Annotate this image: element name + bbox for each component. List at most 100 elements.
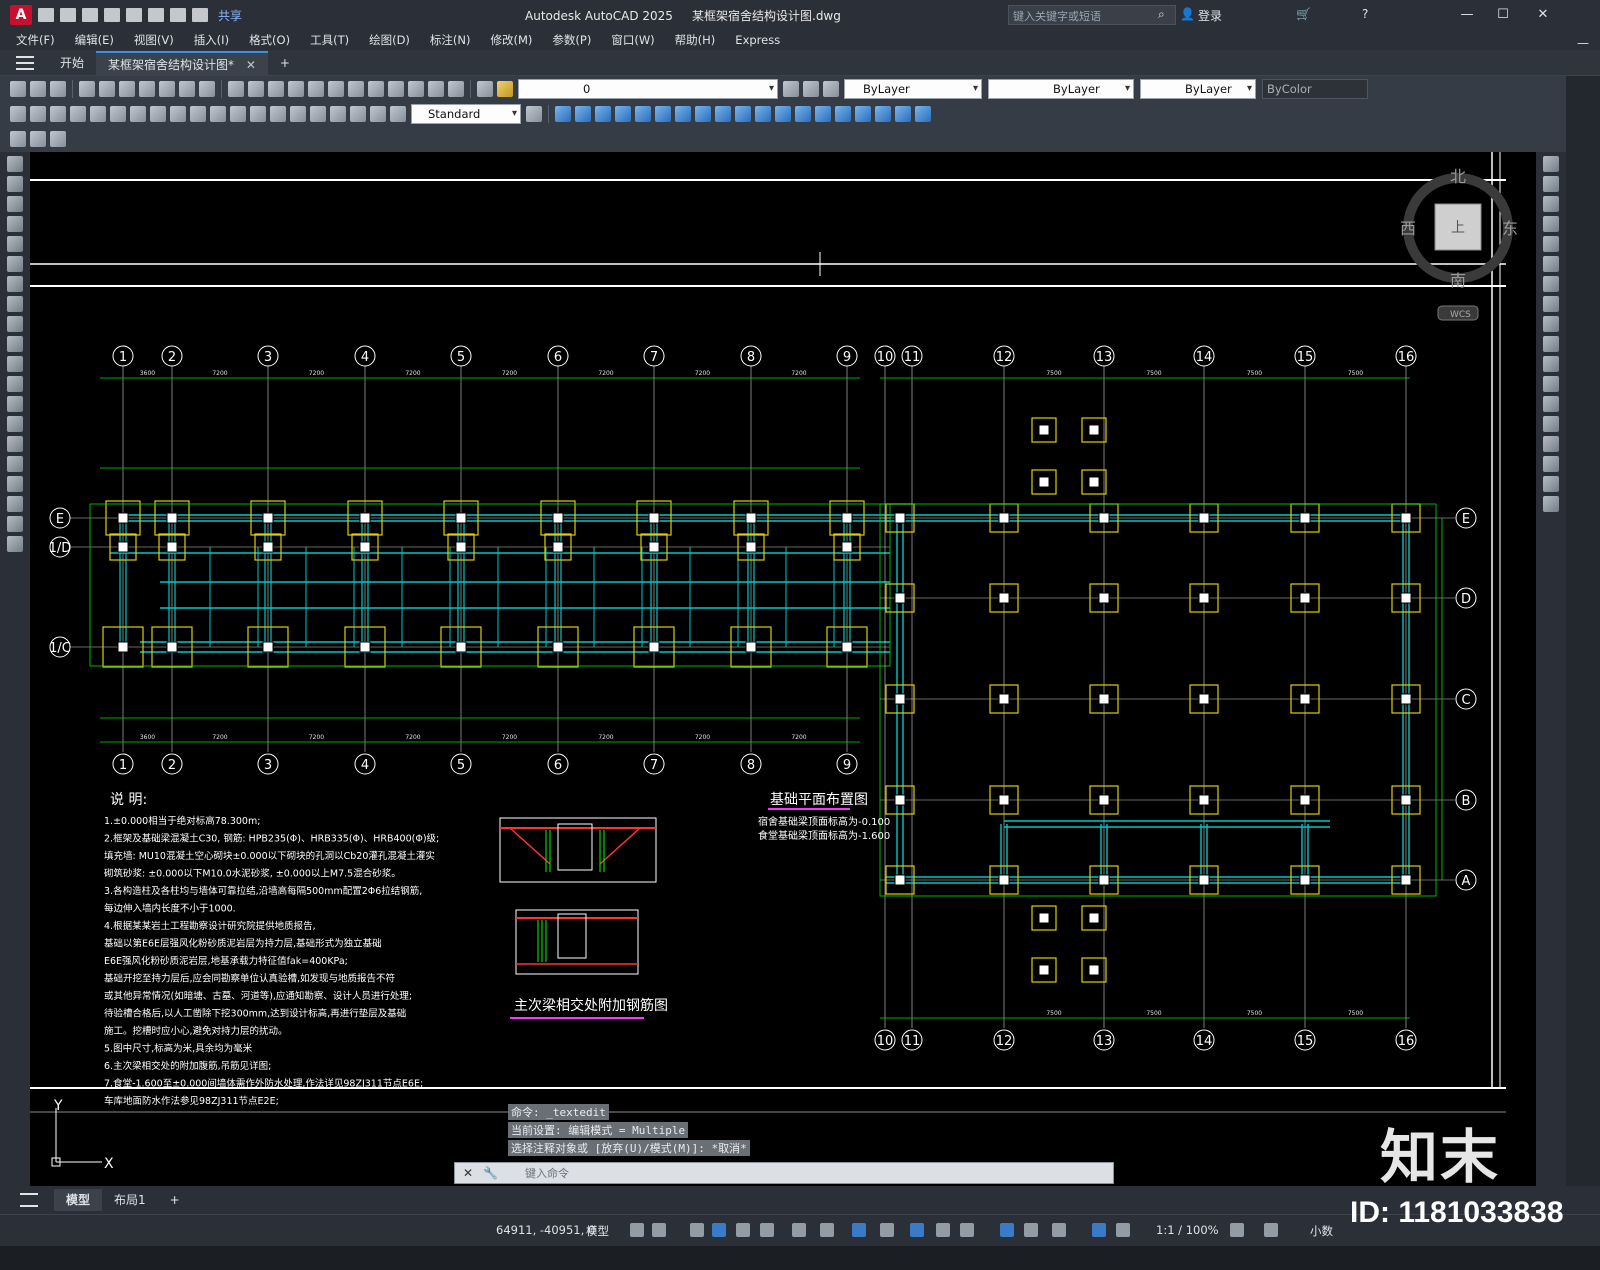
menu-parametric[interactable]: 参数(P) bbox=[552, 32, 591, 48]
inspection-icon[interactable] bbox=[310, 105, 326, 122]
3d-osnap-icon[interactable] bbox=[960, 1223, 974, 1237]
dimension-text-edit-icon[interactable] bbox=[370, 105, 386, 122]
object-snap-tracking-icon[interactable] bbox=[820, 1223, 834, 1237]
command-input[interactable]: 键入命令 bbox=[525, 1165, 569, 1181]
undo-icon[interactable] bbox=[228, 80, 244, 97]
radius-icon[interactable] bbox=[90, 105, 106, 122]
camera-icon[interactable] bbox=[755, 105, 771, 122]
rotate-icon[interactable] bbox=[1543, 276, 1559, 292]
circle-icon[interactable] bbox=[7, 276, 23, 292]
dimension-space-icon[interactable] bbox=[230, 105, 246, 122]
ucs-icon[interactable] bbox=[835, 105, 851, 122]
dimension-update-icon[interactable] bbox=[390, 105, 406, 122]
add-selected-icon[interactable] bbox=[7, 536, 23, 552]
new-tab-button[interactable]: + bbox=[268, 51, 302, 75]
mirror-icon[interactable] bbox=[1543, 196, 1559, 212]
tolerance-icon[interactable] bbox=[270, 105, 286, 122]
aligned-dimension-icon[interactable] bbox=[30, 105, 46, 122]
layer-previous-icon[interactable] bbox=[803, 80, 819, 97]
diameter-icon[interactable] bbox=[130, 105, 146, 122]
ucs-object-icon[interactable] bbox=[915, 105, 931, 122]
customize-icon[interactable]: 🔧 bbox=[483, 1166, 498, 1180]
viewcube-north[interactable]: 北 bbox=[1450, 167, 1466, 186]
add-layout-button[interactable]: + bbox=[158, 1189, 192, 1211]
share-button[interactable]: 共享 bbox=[218, 7, 242, 24]
transparency-icon[interactable] bbox=[910, 1223, 924, 1237]
fillet-icon[interactable] bbox=[1543, 456, 1559, 472]
login-button[interactable]: 登录 bbox=[1198, 7, 1222, 24]
new-icon[interactable] bbox=[10, 80, 26, 97]
view-back-icon[interactable] bbox=[655, 105, 671, 122]
open-icon[interactable] bbox=[30, 80, 46, 97]
viewcube-south[interactable]: 南 bbox=[1450, 271, 1466, 290]
lineweight-icon[interactable] bbox=[880, 1223, 894, 1237]
publish-icon[interactable] bbox=[119, 80, 135, 97]
gizmo-icon[interactable] bbox=[1052, 1223, 1066, 1237]
close-tab-icon[interactable]: ✕ bbox=[246, 58, 256, 72]
break-icon[interactable] bbox=[1543, 396, 1559, 412]
view-bottom-icon[interactable] bbox=[575, 105, 591, 122]
units-readout[interactable]: 小数 bbox=[1310, 1223, 1333, 1239]
copy-icon[interactable] bbox=[159, 80, 175, 97]
search-icon[interactable]: ⌕ bbox=[1158, 7, 1165, 22]
scale-icon[interactable] bbox=[1543, 296, 1559, 312]
maximize-button[interactable]: ☐ bbox=[1486, 4, 1520, 26]
print-icon[interactable] bbox=[79, 80, 95, 97]
table-icon[interactable] bbox=[7, 496, 23, 512]
erase-icon[interactable] bbox=[1543, 156, 1559, 172]
save-as-icon[interactable] bbox=[104, 8, 120, 22]
menu-format[interactable]: 格式(O) bbox=[249, 32, 290, 48]
jogged-linear-icon[interactable] bbox=[330, 105, 346, 122]
construction-line-icon[interactable] bbox=[7, 176, 23, 192]
zoom-previous-icon[interactable] bbox=[328, 80, 344, 97]
search-input[interactable]: 键入关键字或短语 bbox=[1008, 5, 1176, 25]
selection-cycling-icon[interactable] bbox=[936, 1223, 950, 1237]
viewcube-top[interactable]: 上 bbox=[1451, 220, 1465, 236]
gradient-icon[interactable] bbox=[7, 456, 23, 472]
continue-icon[interactable] bbox=[210, 105, 226, 122]
user-icon[interactable]: 👤 bbox=[1180, 7, 1195, 21]
tool-palettes-icon[interactable] bbox=[388, 80, 404, 97]
layout-menu-icon[interactable] bbox=[20, 1193, 38, 1207]
insert-block-icon[interactable] bbox=[7, 376, 23, 392]
array-icon[interactable] bbox=[1543, 236, 1559, 252]
zoom-realtime-icon[interactable] bbox=[288, 80, 304, 97]
blend-icon[interactable] bbox=[1543, 476, 1559, 492]
annotation-visibility-icon[interactable] bbox=[1092, 1223, 1106, 1237]
sheet-set-icon[interactable] bbox=[408, 80, 424, 97]
move-icon[interactable] bbox=[1543, 256, 1559, 272]
rectangle-icon[interactable] bbox=[7, 236, 23, 252]
ortho-icon[interactable] bbox=[736, 1223, 750, 1237]
web-save-icon[interactable] bbox=[126, 8, 142, 22]
annotation-scale[interactable]: 1:1 / 100% bbox=[1156, 1223, 1219, 1237]
snap-icon[interactable] bbox=[652, 1223, 666, 1237]
region-icon[interactable] bbox=[7, 476, 23, 492]
dimstyle-manager-icon[interactable] bbox=[526, 105, 542, 122]
tab-model[interactable]: 模型 bbox=[54, 1189, 103, 1211]
dimension-break-icon[interactable] bbox=[250, 105, 266, 122]
menu-view[interactable]: 视图(V) bbox=[134, 32, 174, 48]
ucs-previous-icon[interactable] bbox=[875, 105, 891, 122]
explode-icon[interactable] bbox=[1543, 496, 1559, 512]
pan-icon[interactable] bbox=[268, 80, 284, 97]
view-top-icon[interactable] bbox=[555, 105, 571, 122]
line-icon[interactable] bbox=[7, 156, 23, 172]
render-icon[interactable] bbox=[815, 105, 831, 122]
spline-icon[interactable] bbox=[7, 316, 23, 332]
make-block-icon[interactable] bbox=[7, 396, 23, 412]
menu-modify[interactable]: 修改(M) bbox=[491, 32, 533, 48]
menu-dimension[interactable]: 标注(N) bbox=[430, 32, 471, 48]
trim-icon[interactable] bbox=[1543, 336, 1559, 352]
menu-file[interactable]: 文件(F) bbox=[16, 32, 55, 48]
layer-state-icon[interactable] bbox=[823, 80, 839, 97]
tab-drawing[interactable]: 某框架宿舍结构设计图* ✕ bbox=[96, 50, 268, 75]
ucs-face-icon[interactable] bbox=[895, 105, 911, 122]
arc-length-icon[interactable] bbox=[50, 105, 66, 122]
polyline-icon[interactable] bbox=[7, 196, 23, 212]
match-properties-icon[interactable] bbox=[199, 80, 215, 97]
dimension-edit-icon[interactable] bbox=[350, 105, 366, 122]
plot-preview-icon[interactable] bbox=[99, 80, 115, 97]
hide-icon[interactable] bbox=[795, 105, 811, 122]
menu-express[interactable]: Express bbox=[735, 33, 780, 47]
color-dropdown[interactable]: ByLayer bbox=[844, 78, 982, 99]
